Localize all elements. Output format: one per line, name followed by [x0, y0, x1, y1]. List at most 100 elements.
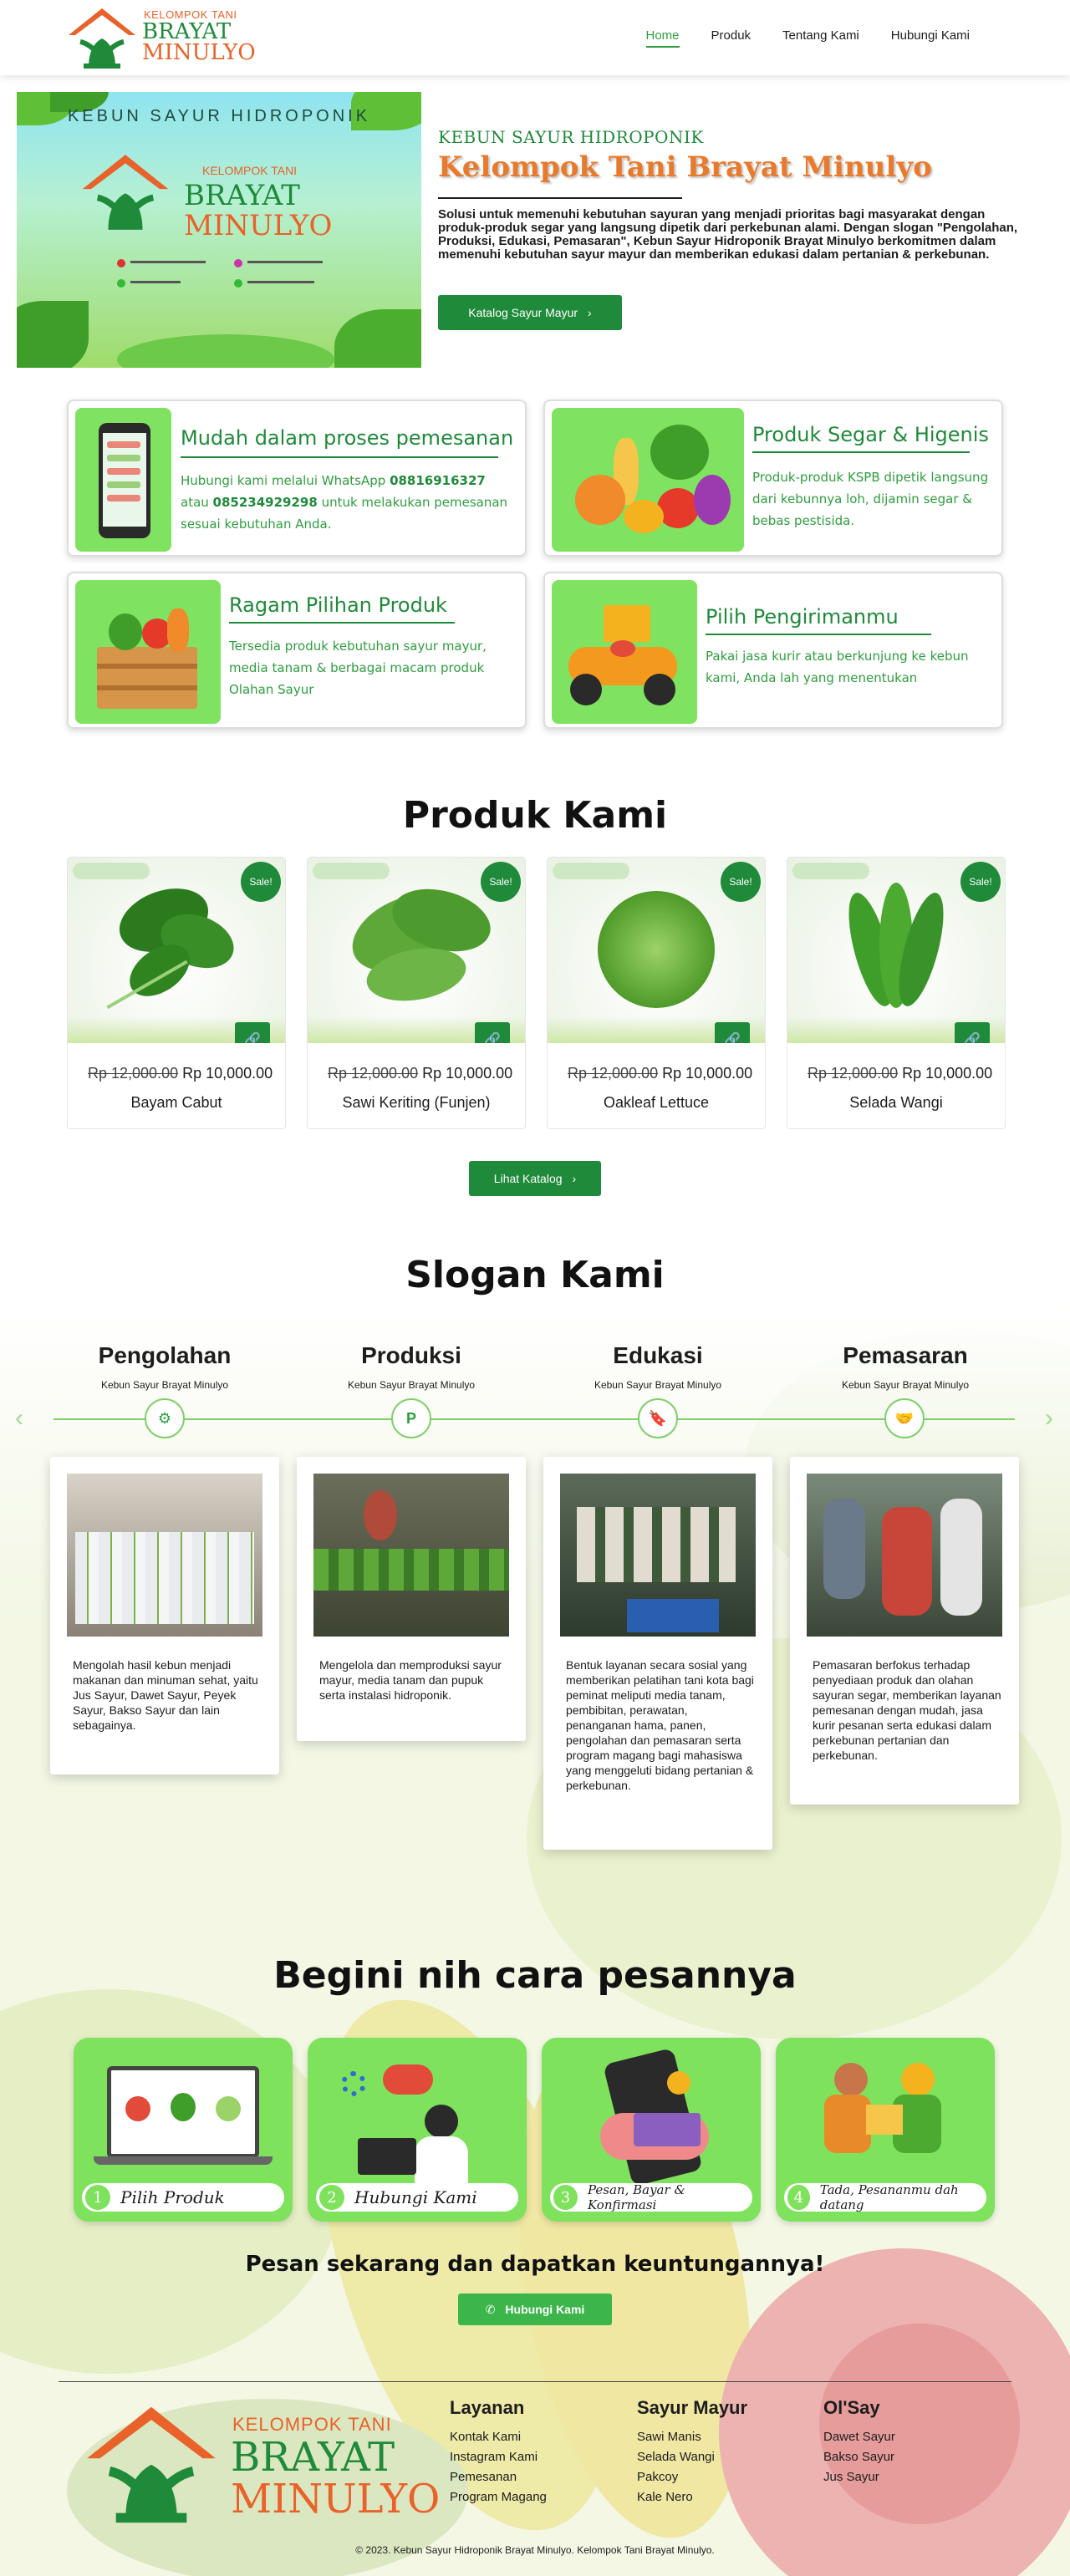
person-icon	[425, 2105, 458, 2138]
logo-line-2: MINULYO	[142, 40, 256, 65]
product-card[interactable]: Sale! 🔗 Rp 12,000.00 Rp 10,000.00 Bayam …	[67, 857, 286, 1129]
chevron-right-icon: ›	[572, 1172, 577, 1185]
sale-price: Rp 10,000.00	[902, 1065, 993, 1082]
footer-link[interactable]: Dawet Sayur	[823, 2427, 895, 2447]
product-price: Rp 12,000.00 Rp 10,000.00	[328, 1065, 512, 1082]
processing-icon[interactable]: ⚙	[145, 1398, 185, 1438]
feature-text: Produk-produk KSPB dipetik langsung dari…	[752, 470, 989, 528]
slogan-text: Pemasaran berfokus terhadap penyediaan p…	[813, 1658, 1001, 1762]
hero-banner: KEBUN SAYUR HIDROPONIK KELOMPOK TANI BRA…	[17, 92, 421, 368]
product-image[interactable]: Sale! 🔗	[308, 858, 525, 1043]
view-catalog-button[interactable]: Lihat Katalog ›	[469, 1161, 601, 1196]
phone-number-2[interactable]: 085234929298	[213, 495, 318, 510]
footer-col-heading: Layanan	[450, 2397, 525, 2418]
product-image[interactable]: Sale! 🔗	[787, 858, 1005, 1043]
view-catalog-label: Lihat Katalog	[493, 1172, 563, 1185]
footer-divider	[59, 2381, 1011, 2382]
feature-card-fresh: Produk Segar & Higenis Produk-produk KSP…	[543, 400, 1003, 557]
hero-subtitle: KEBUN SAYUR HIDROPONIK	[438, 127, 704, 147]
footer-link[interactable]: Pakcoy	[637, 2467, 715, 2487]
step-number: 3	[553, 2185, 578, 2210]
product-name[interactable]: Bayam Cabut	[68, 1094, 285, 1112]
footer-link[interactable]: Sawi Manis	[637, 2427, 715, 2447]
old-price: Rp 12,000.00	[568, 1065, 659, 1082]
sale-price: Rp 10,000.00	[182, 1065, 273, 1082]
footer-col-heading: Ol'Say	[823, 2397, 880, 2418]
hero-description: Solusi untuk memenuhi kebutuhan sayuran …	[438, 207, 1018, 262]
order-step-card[interactable]: 3 Pesan, Bayar & Konfirmasi	[542, 2038, 761, 2222]
footer-link[interactable]: Selada Wangi	[637, 2447, 715, 2467]
slogan-text: Mengolah hasil kebun menjadi makanan dan…	[73, 1658, 258, 1732]
slogan-title: Produksi	[361, 1342, 461, 1368]
chevron-left-icon[interactable]: ‹	[15, 1404, 23, 1433]
sale-price: Rp 10,000.00	[422, 1065, 513, 1082]
footer-col-links: Sawi Manis Selada Wangi Pakcoy Kale Nero	[637, 2427, 715, 2507]
product-card[interactable]: Sale! 🔗 Rp 12,000.00 Rp 10,000.00 Oaklea…	[547, 857, 766, 1129]
link-icon[interactable]: 🔗	[715, 1022, 750, 1043]
banner-contact-block	[117, 259, 326, 309]
link-icon[interactable]: 🔗	[955, 1022, 990, 1043]
order-step-card[interactable]: 4 Tada, Pesananmu dah datang	[776, 2038, 995, 2222]
footer-link[interactable]: Instagram Kami	[450, 2447, 547, 2467]
production-icon[interactable]: P	[391, 1398, 431, 1438]
main-nav: Home Produk Tentang Kami Hubungi Kami	[645, 28, 970, 48]
link-icon[interactable]: 🔗	[235, 1022, 270, 1043]
step-number: 4	[787, 2185, 810, 2210]
phone-number-1[interactable]: 08816916327	[390, 473, 486, 488]
product-name[interactable]: Selada Wangi	[787, 1094, 1005, 1112]
banner-brand-2: MINULYO	[184, 209, 333, 242]
footer-link[interactable]: Pemesanan	[450, 2467, 547, 2487]
product-name[interactable]: Oakleaf Lettuce	[548, 1094, 765, 1112]
slogan-card: Bentuk layanan secara sosial yang member…	[543, 1457, 772, 1850]
footer-col-links: Dawet Sayur Bakso Sayur Jus Sayur	[823, 2427, 895, 2487]
slogan-subtitle: Kebun Sayur Brayat Minulyo	[100, 1379, 229, 1391]
footer-link[interactable]: Bakso Sayur	[823, 2447, 895, 2467]
product-image[interactable]: Sale! 🔗	[548, 858, 765, 1043]
footer-link[interactable]: Kale Nero	[637, 2487, 715, 2507]
hero-title: Kelompok Tani Brayat Minulyo	[438, 150, 932, 184]
order-step-card[interactable]: 1 Pilih Produk	[74, 2038, 293, 2222]
footer-link[interactable]: Kontak Kami	[450, 2427, 547, 2447]
step-label: Pilih Produk	[120, 2187, 225, 2207]
slogan-card: Mengolah hasil kebun menjadi makanan dan…	[50, 1457, 279, 1774]
gear-icon	[341, 2071, 366, 2096]
old-price: Rp 12,000.00	[808, 1065, 899, 1082]
sale-price: Rp 10,000.00	[662, 1065, 753, 1082]
order-tagline: Pesan sekarang dan dapatkan keuntunganny…	[245, 2252, 825, 2277]
footer-logo-icon[interactable]	[80, 2400, 222, 2530]
bookmark-icon[interactable]: 🔖	[638, 1398, 678, 1438]
basket-icon	[75, 580, 221, 724]
contact-us-button[interactable]: ✆ Hubungi Kami	[458, 2293, 612, 2325]
footer-link[interactable]: Jus Sayur	[823, 2467, 895, 2487]
scooter-icon	[552, 580, 697, 724]
feature-title-underline	[752, 451, 970, 453]
product-image[interactable]: Sale! 🔗	[68, 858, 285, 1043]
footer-link[interactable]: Program Magang	[450, 2487, 547, 2507]
product-price: Rp 12,000.00 Rp 10,000.00	[88, 1065, 273, 1082]
marketing-icon[interactable]: 🤝	[884, 1398, 925, 1438]
product-name[interactable]: Sawi Keriting (Funjen)	[308, 1094, 525, 1112]
order-step-card[interactable]: 2 Hubungi Kami	[308, 2038, 527, 2222]
logo-wordmark: BRAYAT MINULYO	[142, 21, 256, 65]
nav-home[interactable]: Home	[645, 28, 680, 48]
nav-hubungi-kami[interactable]: Hubungi Kami	[891, 28, 970, 48]
product-card[interactable]: Sale! 🔗 Rp 12,000.00 Rp 10,000.00 Selada…	[787, 857, 1006, 1129]
feature-card-delivery: Pilih Pengirimanmu Pakai jasa kurir atau…	[543, 572, 1003, 729]
feature-title-underline	[706, 634, 931, 635]
product-price: Rp 12,000.00 Rp 10,000.00	[568, 1065, 752, 1082]
order-step-label: 3 Pesan, Bayar & Konfirmasi	[550, 2182, 752, 2212]
order-step-label: 4 Tada, Pesananmu dah datang	[784, 2182, 986, 2212]
slogan-subtitle: Kebun Sayur Brayat Minulyo	[841, 1379, 970, 1391]
link-icon[interactable]: 🔗	[475, 1022, 510, 1043]
banner-title: KEBUN SAYUR HIDROPONIK	[67, 107, 371, 125]
logo-icon[interactable]	[65, 5, 139, 70]
step-label: Pesan, Bayar & Konfirmasi	[587, 2182, 685, 2212]
slogan-title: Edukasi	[613, 1342, 703, 1368]
chevron-right-icon[interactable]: ›	[1045, 1404, 1053, 1433]
nav-produk[interactable]: Produk	[711, 28, 752, 48]
nav-tentang-kami[interactable]: Tentang Kami	[782, 28, 859, 48]
banner-brand-1: BRAYAT	[184, 179, 300, 212]
order-step-label: 1 Pilih Produk	[82, 2183, 284, 2212]
product-card[interactable]: Sale! 🔗 Rp 12,000.00 Rp 10,000.00 Sawi K…	[307, 857, 526, 1129]
catalog-button[interactable]: Katalog Sayur Mayur ›	[438, 295, 622, 330]
